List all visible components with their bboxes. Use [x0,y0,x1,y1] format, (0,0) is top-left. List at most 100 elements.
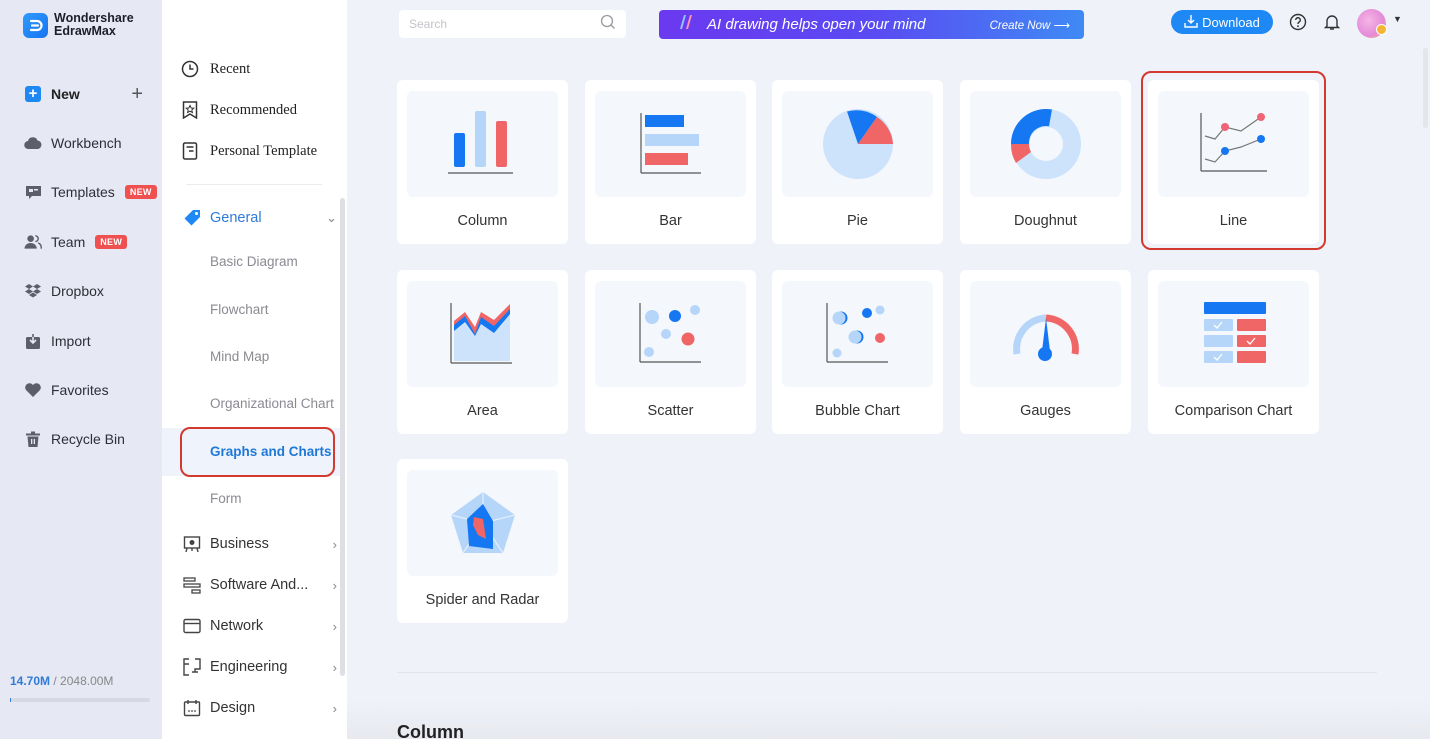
category-scrollbar[interactable] [340,198,345,676]
chart-card-label: Bar [659,213,682,229]
chevron-right-icon[interactable]: › [333,701,337,716]
chart-card-pie[interactable]: Pie [772,80,943,244]
category-divider [186,184,322,185]
bell-icon[interactable] [1322,12,1342,32]
vip-badge-icon [1376,24,1387,35]
category-label: Design [210,700,256,716]
nav-item-label: Workbench [51,135,122,151]
category-personal-template[interactable]: Personal Template [180,140,317,162]
ai-drawing-banner[interactable]: AI drawing helps open your mind Create N… [659,10,1084,39]
bubble-chart-icon [825,303,888,363]
chart-card-comparison[interactable]: Comparison Chart [1148,270,1319,434]
radar-chart-icon [450,492,515,554]
heart-icon [24,381,42,399]
bar-chart-icon [639,113,701,174]
star-bookmark-icon [180,100,200,120]
tag-icon [182,209,201,228]
nav-item-dropbox[interactable]: Dropbox [24,280,104,302]
category-software[interactable]: Software And... › [182,573,337,597]
storage-progress-fill [10,698,12,702]
chevron-right-icon[interactable]: › [333,578,337,593]
nav-item-label: Recycle Bin [51,431,125,447]
main-scrollbar[interactable] [1423,48,1428,128]
nav-item-favorites[interactable]: Favorites [24,379,109,401]
create-now-link[interactable]: Create Now ⟶ [990,18,1070,32]
thumbnail [782,91,933,197]
left-navigation: Wondershare EdrawMax + New + Workbench T… [0,0,162,739]
category-recommended[interactable]: Recommended [180,99,297,121]
team-icon [24,233,42,251]
nav-item-team[interactable]: Team NEW [24,231,128,253]
search-icon[interactable] [600,14,616,35]
nav-item-templates[interactable]: Templates NEW [24,181,157,203]
chart-card-label: Area [467,403,498,419]
nav-item-label: Import [51,333,91,349]
column-chart-icon [447,111,513,174]
new-button[interactable]: + New + [25,84,143,104]
chart-card-bubble[interactable]: Bubble Chart [772,270,943,434]
category-engineering[interactable]: Engineering › [182,655,337,679]
ai-banner-text: AI drawing helps open your mind [707,16,926,33]
nav-item-import[interactable]: Import [24,330,91,352]
thumbnail [782,281,933,387]
subcategory-organizational-chart[interactable]: Organizational Chart [210,396,334,411]
calendar-design-icon [182,699,201,718]
nav-item-workbench[interactable]: Workbench [24,132,122,154]
thumbnail [595,91,746,197]
document-icon [180,141,200,161]
import-icon [24,332,42,350]
new-badge: NEW [124,185,157,199]
category-general[interactable]: General ⌄ [182,206,337,230]
nav-item-recycle-bin[interactable]: Recycle Bin [24,428,125,450]
thumbnail [970,281,1121,387]
help-icon[interactable] [1288,12,1308,32]
chevron-right-icon[interactable]: › [333,660,337,675]
chart-card-bar[interactable]: Bar [585,80,756,244]
category-recent[interactable]: Recent [180,58,250,80]
chart-card-label: Scatter [647,403,694,419]
category-label: Recent [210,60,251,77]
category-label: Engineering [210,659,288,675]
search-input[interactable] [409,17,600,31]
software-icon [182,576,201,595]
chart-card-column[interactable]: Column [397,80,568,244]
chart-card-label: Gauges [1020,403,1071,419]
category-label: Software And... [210,577,309,593]
category-business[interactable]: Business › [182,532,337,556]
engineering-icon [182,658,201,677]
chart-card-label: Column [457,213,508,229]
add-icon[interactable]: + [131,84,143,104]
chart-card-doughnut[interactable]: Doughnut [960,80,1131,244]
gauge-icon [1012,314,1079,361]
category-network[interactable]: Network › [182,614,337,638]
chart-card-gauges[interactable]: Gauges [960,270,1131,434]
chart-card-scatter[interactable]: Scatter [585,270,756,434]
download-icon [1184,14,1198,31]
chart-card-area[interactable]: Area [397,270,568,434]
subcategory-basic-diagram[interactable]: Basic Diagram [210,254,298,269]
search-box[interactable] [399,10,626,38]
brand[interactable]: Wondershare EdrawMax [23,12,134,38]
caret-down-icon[interactable]: ▼ [1393,14,1402,24]
chevron-down-icon[interactable]: ⌄ [326,210,337,226]
subcategory-form[interactable]: Form [210,491,242,506]
trash-icon [24,430,42,448]
pie-chart-icon [822,109,893,179]
thumbnail [407,91,558,197]
new-plus-icon: + [25,86,41,102]
edrawmax-logo-icon [23,12,48,38]
category-design[interactable]: Design › [182,696,337,720]
download-label: Download [1202,14,1260,30]
doughnut-chart-icon [1010,108,1081,179]
chart-card-spider-radar[interactable]: Spider and Radar [397,459,568,623]
subcategory-flowchart[interactable]: Flowchart [210,302,269,317]
chevron-right-icon[interactable]: › [333,537,337,552]
nav-item-label: Favorites [51,382,109,398]
thumbnail [407,281,558,387]
chart-card-label: Bubble Chart [815,403,900,419]
chevron-right-icon[interactable]: › [333,619,337,634]
thumbnail [595,281,746,387]
download-button[interactable]: Download [1171,10,1273,34]
subcategory-mind-map[interactable]: Mind Map [210,349,269,364]
arrow-right-icon: ⟶ [1053,19,1071,32]
